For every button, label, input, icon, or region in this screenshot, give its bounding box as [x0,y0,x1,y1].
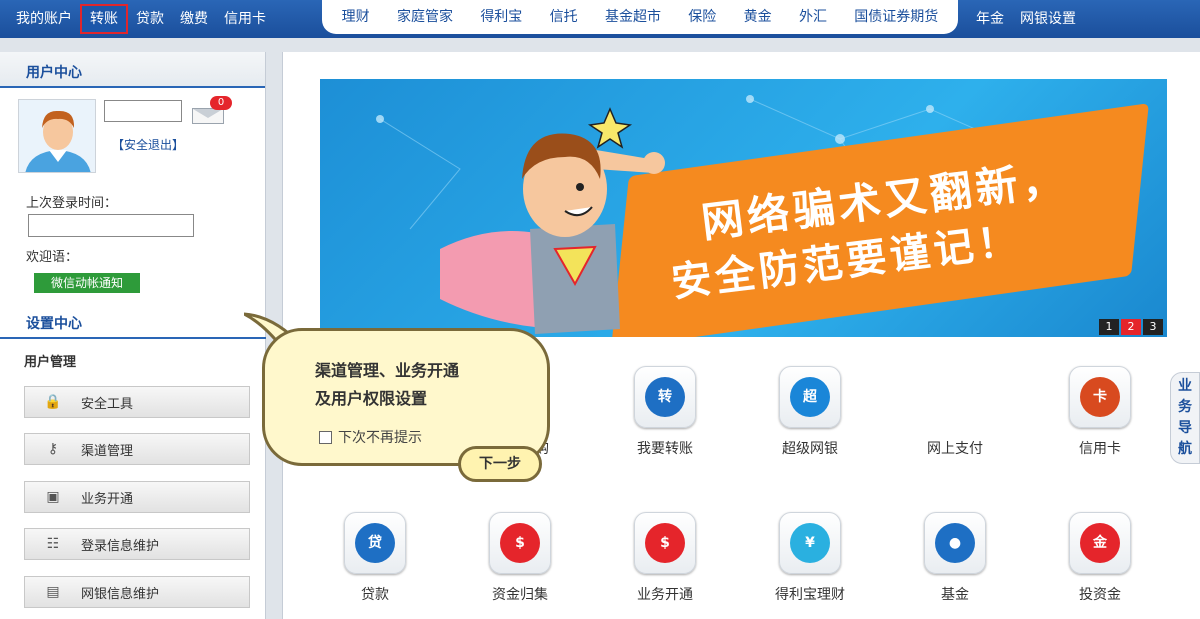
nav-right-group: 年金 网银设置 [968,0,1084,38]
checkbox-label: 下次不再提示 [338,430,422,446]
last-login-time-field [28,214,194,237]
promo-banner[interactable]: 网络骗术又翻新， 安全防范要谨记！ 1 2 3 [320,79,1167,337]
nav-credit-card[interactable]: 信用卡 [216,4,274,34]
user-card-icon: ☷ [46,536,60,552]
tile-label: 得利宝理财 [775,587,845,603]
loan-icon: 贷 [344,512,406,574]
dont-show-again-checkbox[interactable]: 下次不再提示 [319,427,422,447]
welcome-label: 欢迎语： [26,250,79,265]
username-field [104,100,182,122]
settings-center-title: 设置中心 [26,316,82,332]
logout-link[interactable]: 【安全退出】 [112,136,184,153]
tile-super-ebank[interactable]: 超 超级网银 [745,366,875,466]
tile-loan[interactable]: 贷 贷款 [310,512,440,612]
banner-page-1[interactable]: 1 [1099,319,1119,335]
sidebar-item-security-tools[interactable]: 🔒 安全工具 [24,386,250,418]
mail-icon[interactable] [192,108,224,124]
sidebar-item-label: 安全工具 [81,396,134,412]
tile-fund-collect[interactable]: $ 资金归集 [455,512,585,612]
nav-family-steward[interactable]: 家庭管家 [393,2,457,32]
business-nav-tab[interactable]: 业务导航 [1170,372,1200,464]
sidebar-item-business-open[interactable]: ▣ 业务开通 [24,481,250,513]
tile-label: 信用卡 [1079,441,1121,457]
tile-gold-invest[interactable]: 金 投资金 [1035,512,1165,612]
tile-label: 投资金 [1079,587,1121,603]
avatar [18,99,96,173]
tile-label: 贷款 [361,587,389,603]
sidebar: 用户中心 0 【安全退出】 上次登录时间： 欢迎语： 微信动帐通知 设置中心 用… [0,52,266,619]
top-nav: 我的账户 转账 贷款 缴费 信用卡 理财 家庭管家 得利宝 信托 基金超市 保险… [0,0,1200,38]
tile-delibao[interactable]: ¥ 得利宝理财 [745,512,875,612]
tile-label: 我要转账 [637,441,693,457]
nav-trust[interactable]: 信托 [546,2,582,32]
wechat-notify-button[interactable]: 微信动帐通知 [34,273,140,293]
settings-center-header: 设置中心 [0,305,266,339]
nav-delibao[interactable]: 得利宝 [476,2,526,32]
sidebar-item-label: 业务开通 [81,491,134,507]
nav-insurance[interactable]: 保险 [684,2,720,32]
tile-label: 基金 [941,587,969,603]
banner-pager: 1 2 3 [1097,319,1163,335]
tile-transfer[interactable]: 转 我要转账 [600,366,730,466]
key-icon: ⚷ [47,441,59,457]
nav-middle-group: 理财 家庭管家 得利宝 信托 基金超市 保险 黄金 外汇 国债证券期货 [322,0,958,34]
sidebar-item-channel-mgmt[interactable]: ⚷ 渠道管理 [24,433,250,465]
delibao-icon: ¥ [779,512,841,574]
super-ebank-icon: 超 [779,366,841,428]
tile-online-pay[interactable]: 网上支付 [890,366,1020,466]
nav-annuity[interactable]: 年金 [968,4,1012,34]
nav-bonds-futures[interactable]: 国债证券期货 [850,2,942,32]
superhero-illustration [440,107,665,334]
tile-business-open[interactable]: $ 业务开通 [600,512,730,612]
banner-page-3[interactable]: 3 [1143,319,1163,335]
sidebar-item-login-info[interactable]: ☷ 登录信息维护 [24,528,250,560]
sidebar-item-label: 网银信息维护 [81,586,160,602]
tooltip-line-1: 渠道管理、业务开通 [315,361,460,380]
tile-label: 超级网银 [782,441,838,457]
nav-gold[interactable]: 黄金 [740,2,776,32]
banner-page-2[interactable]: 2 [1121,319,1141,335]
nav-fund-market[interactable]: 基金超市 [601,2,665,32]
next-step-button[interactable]: 下一步 [458,446,542,482]
transfer-icon: 转 [634,366,696,428]
id-card-icon: ▤ [46,584,60,600]
sidebar-item-label: 登录信息维护 [81,538,160,554]
user-center-title: 用户中心 [26,65,82,81]
checkbox-box[interactable] [319,430,332,444]
nav-loan[interactable]: 贷款 [128,4,172,34]
sidebar-item-label: 渠道管理 [81,443,134,459]
user-center-header: 用户中心 [0,52,265,88]
tile-fund[interactable]: ● 基金 [890,512,1020,612]
tile-label: 网上支付 [927,441,983,457]
user-mgmt-heading: 用户管理 [24,355,77,370]
briefcase-icon: ▣ [46,489,60,505]
business-open-icon: $ [634,512,696,574]
nav-transfer[interactable]: 转账 [80,4,128,34]
fund-collect-icon: $ [489,512,551,574]
nav-left-group: 我的账户 转账 贷款 缴费 信用卡 [8,0,274,38]
nav-forex[interactable]: 外汇 [795,2,831,32]
nav-wealth[interactable]: 理财 [338,2,374,32]
mail-count-badge: 0 [210,96,232,110]
tile-label: 资金归集 [492,587,548,603]
nav-payment[interactable]: 缴费 [172,4,216,34]
sidebar-item-ebank-info[interactable]: ▤ 网银信息维护 [24,576,250,608]
tile-label: 业务开通 [637,587,693,603]
online-pay-icon [924,366,986,428]
tile-credit-card[interactable]: 卡 信用卡 [1035,366,1165,466]
lock-icon: 🔒 [44,394,62,410]
tooltip-line-2: 及用户权限设置 [315,389,428,408]
gold-invest-icon: 金 [1069,512,1131,574]
nav-my-account[interactable]: 我的账户 [8,4,80,34]
credit-card-icon: 卡 [1069,366,1131,428]
fund-icon: ● [924,512,986,574]
tooltip-text: 渠道管理、业务开通 及用户权限设置 [315,357,459,413]
nav-ebank-settings[interactable]: 网银设置 [1012,4,1084,34]
last-login-label: 上次登录时间： [26,196,118,211]
